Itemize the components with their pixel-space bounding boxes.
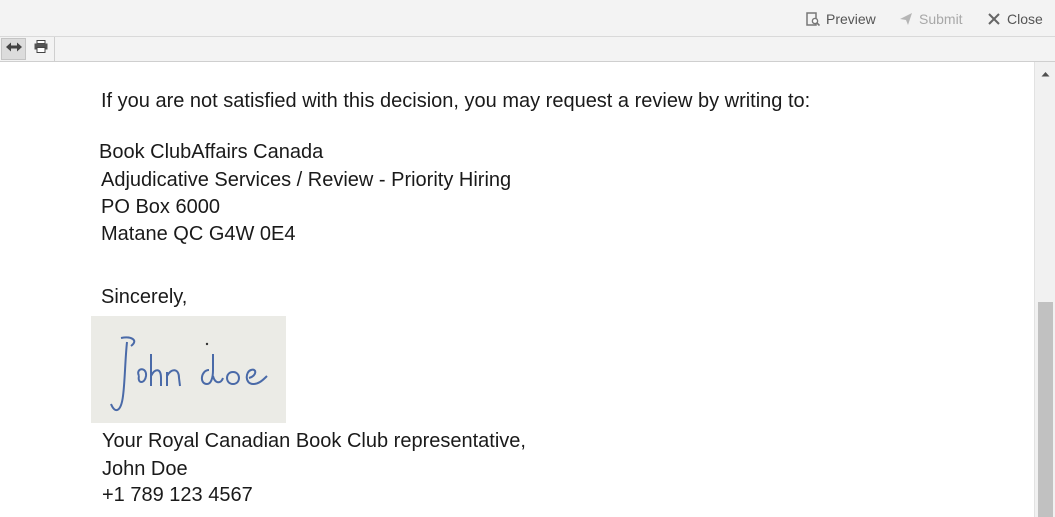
toggle-layout-button[interactable] <box>1 38 26 60</box>
printer-icon <box>34 40 48 58</box>
document-toolbar <box>0 37 1055 62</box>
print-button[interactable] <box>28 38 53 60</box>
toolbar-divider <box>54 37 55 61</box>
review-instruction: If you are not satisfied with this decis… <box>101 90 811 112</box>
preview-label: Preview <box>826 11 876 27</box>
close-button[interactable]: Close <box>987 11 1043 27</box>
close-icon <box>987 12 1001 26</box>
preview-button[interactable]: Preview <box>806 11 876 27</box>
scroll-up-button[interactable] <box>1035 62 1055 84</box>
closing-salutation: Sincerely, <box>101 286 188 308</box>
preview-icon <box>806 12 821 27</box>
signoff-line-2: John Doe <box>102 458 188 480</box>
send-icon <box>899 12 913 26</box>
address-line-3: PO Box 6000 <box>101 196 220 218</box>
signature-image <box>91 316 286 423</box>
vertical-scrollbar[interactable] <box>1034 62 1055 517</box>
scroll-up-arrow-icon <box>1041 64 1050 82</box>
swap-arrows-icon <box>5 40 23 58</box>
letter-content: If you are not satisfied with this decis… <box>0 62 1034 517</box>
close-label: Close <box>1007 11 1043 27</box>
signoff-line-3: +1 789 123 4567 <box>102 484 253 506</box>
address-line-4: Matane QC G4W 0E4 <box>101 223 296 245</box>
address-line-2: Adjudicative Services / Review - Priorit… <box>101 169 512 191</box>
signoff-line-1: Your Royal Canadian Book Club representa… <box>102 430 526 452</box>
scroll-thumb[interactable] <box>1038 302 1053 517</box>
submit-label: Submit <box>919 11 963 27</box>
submit-button[interactable]: Submit <box>899 11 963 27</box>
top-action-bar: Preview Submit Close <box>0 0 1055 37</box>
address-line-1: Book ClubAffairs Canada <box>99 141 324 163</box>
